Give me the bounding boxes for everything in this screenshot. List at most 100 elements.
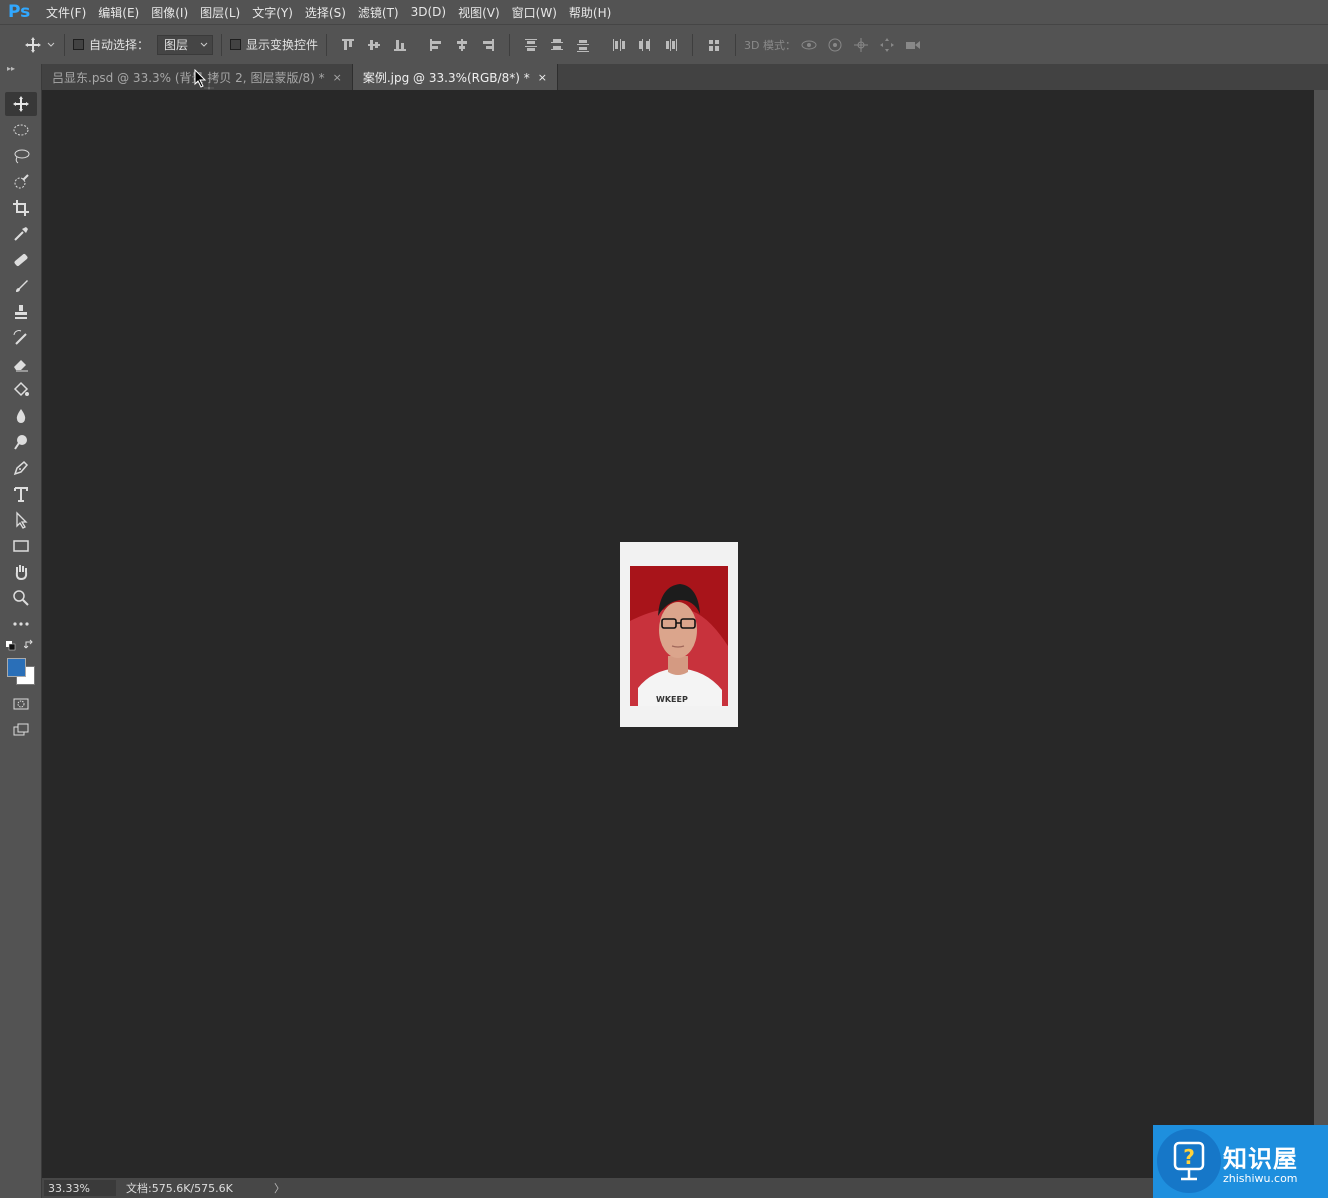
divider — [509, 33, 511, 56]
menu-edit[interactable]: 编辑(E) — [92, 4, 145, 21]
3d-scale-icon[interactable] — [904, 36, 922, 54]
3d-rotate-icon[interactable] — [800, 36, 818, 54]
help-monitor-icon: ? — [1157, 1129, 1221, 1193]
watermark-badge: ? 知识屋 zhishiwu.com — [1153, 1125, 1328, 1198]
eyedropper-icon — [14, 227, 28, 241]
ellipse-marquee-icon — [13, 124, 29, 136]
move-tool[interactable] — [5, 92, 37, 116]
healing-brush-tool[interactable] — [5, 248, 37, 272]
3d-drag-icon[interactable] — [852, 36, 870, 54]
blur-tool[interactable] — [5, 404, 37, 428]
quick-mask-icon — [13, 698, 29, 710]
distribute-left-icon[interactable] — [610, 36, 628, 54]
menu-help[interactable]: 帮助(H) — [563, 4, 617, 21]
3d-slide-icon[interactable] — [878, 36, 896, 54]
arrow-pointer-icon — [16, 511, 28, 529]
document-size-info: 文档:575.6K/575.6K — [126, 1182, 233, 1195]
menu-file[interactable]: 文件(F) — [40, 4, 92, 21]
eyedropper-tool[interactable] — [5, 222, 37, 246]
type-tool[interactable] — [5, 482, 37, 506]
align-vertical-center-icon[interactable] — [365, 36, 383, 54]
crop-tool[interactable] — [5, 196, 37, 220]
hand-tool[interactable] — [5, 560, 37, 584]
document-canvas[interactable]: WKEEP — [620, 542, 738, 727]
3d-roll-icon[interactable] — [826, 36, 844, 54]
pen-tool[interactable] — [5, 456, 37, 480]
dodge-tool[interactable] — [5, 430, 37, 454]
foreground-color-swatch[interactable] — [7, 658, 26, 677]
history-brush-tool[interactable] — [5, 326, 37, 350]
zoom-icon — [13, 590, 29, 606]
menu-select[interactable]: 选择(S) — [299, 4, 352, 21]
move-icon — [13, 96, 29, 112]
menu-filter[interactable]: 滤镜(T) — [352, 4, 405, 21]
move-tool-preset-icon[interactable] — [24, 36, 42, 54]
divider — [326, 33, 328, 56]
distribute-vertical-center-icon[interactable] — [548, 36, 566, 54]
zoom-tool[interactable] — [5, 586, 37, 610]
chevron-down-icon[interactable] — [46, 36, 56, 54]
brush-tool[interactable] — [5, 274, 37, 298]
menu-type[interactable]: 文字(Y) — [246, 4, 299, 21]
show-transform-checkbox[interactable] — [230, 39, 242, 50]
document-tab-bar: 吕显东.psd @ 33.3% (背景 拷贝 2, 图层蒙版/8) * × 案例… — [42, 64, 1328, 90]
svg-text:?: ? — [1183, 1145, 1195, 1169]
quick-mask-button[interactable] — [5, 692, 37, 716]
screen-mode-button[interactable] — [5, 718, 37, 742]
edit-toolbar-button[interactable] — [5, 612, 37, 636]
lasso-tool[interactable] — [5, 144, 37, 168]
rectangle-tool[interactable] — [5, 534, 37, 558]
auto-select-dropdown[interactable]: 图层 — [157, 34, 214, 55]
menu-image[interactable]: 图像(I) — [145, 4, 194, 21]
options-bar: 自动选择： 图层 显示变换控件 3D 模式： — [0, 24, 1328, 64]
chevron-right-icon[interactable]: 〉 — [274, 1180, 285, 1196]
pen-icon — [13, 460, 29, 476]
tab-document-jpg[interactable]: 案例.jpg @ 33.3%(RGB/8*) * × — [352, 64, 558, 90]
clone-stamp-tool[interactable] — [5, 300, 37, 324]
watermark-subtitle: zhishiwu.com — [1223, 1171, 1298, 1185]
distribute-top-icon[interactable] — [522, 36, 540, 54]
divider — [692, 33, 694, 56]
menu-window[interactable]: 窗口(W) — [506, 4, 563, 21]
align-bottom-icon[interactable] — [391, 36, 409, 54]
menu-3d[interactable]: 3D(D) — [405, 5, 452, 19]
watermark-text: 知识屋 zhishiwu.com — [1223, 1139, 1298, 1185]
paint-bucket-tool[interactable] — [5, 378, 37, 402]
status-bar: 33.33% 文档:575.6K/575.6K 〉 — [42, 1178, 1328, 1198]
divider — [221, 33, 223, 56]
menu-view[interactable]: 视图(V) — [452, 4, 506, 21]
eraser-tool[interactable] — [5, 352, 37, 376]
align-horizontal-center-icon[interactable] — [453, 36, 471, 54]
close-icon[interactable]: × — [333, 71, 342, 84]
default-colors-icon[interactable] — [6, 640, 16, 651]
id-photo: WKEEP — [630, 566, 728, 706]
distribute-horizontal-center-icon[interactable] — [636, 36, 654, 54]
more-icon — [13, 622, 29, 626]
distribute-right-icon[interactable] — [662, 36, 680, 54]
collapse-panel-icon[interactable]: ▸▸ — [7, 64, 15, 73]
zoom-level: 33.33% — [48, 1181, 90, 1195]
svg-text:WKEEP: WKEEP — [656, 695, 688, 704]
portrait-image: WKEEP — [630, 584, 728, 706]
quick-selection-tool[interactable] — [5, 170, 37, 194]
menu-layer[interactable]: 图层(L) — [194, 4, 246, 21]
path-selection-tool[interactable] — [5, 508, 37, 532]
auto-select-label: 自动选择： — [89, 38, 150, 52]
dodge-icon — [14, 435, 27, 450]
align-right-icon[interactable] — [479, 36, 497, 54]
chevron-down-icon — [200, 42, 208, 47]
auto-select-checkbox[interactable] — [73, 39, 84, 50]
rectangle-icon — [13, 540, 29, 552]
auto-align-layers-icon[interactable] — [705, 36, 723, 54]
auto-select-value: 图层 — [164, 38, 189, 52]
swap-colors-icon[interactable] — [23, 639, 35, 650]
align-top-icon[interactable] — [339, 36, 357, 54]
close-icon[interactable]: × — [538, 71, 547, 84]
vertical-scrollbar[interactable] — [1314, 90, 1328, 1178]
distribute-bottom-icon[interactable] — [574, 36, 592, 54]
hand-icon — [15, 565, 28, 581]
align-left-icon[interactable] — [427, 36, 445, 54]
marquee-tool[interactable] — [5, 118, 37, 142]
tools-panel — [3, 90, 39, 1180]
zoom-level-field[interactable]: 33.33% — [44, 1180, 116, 1196]
